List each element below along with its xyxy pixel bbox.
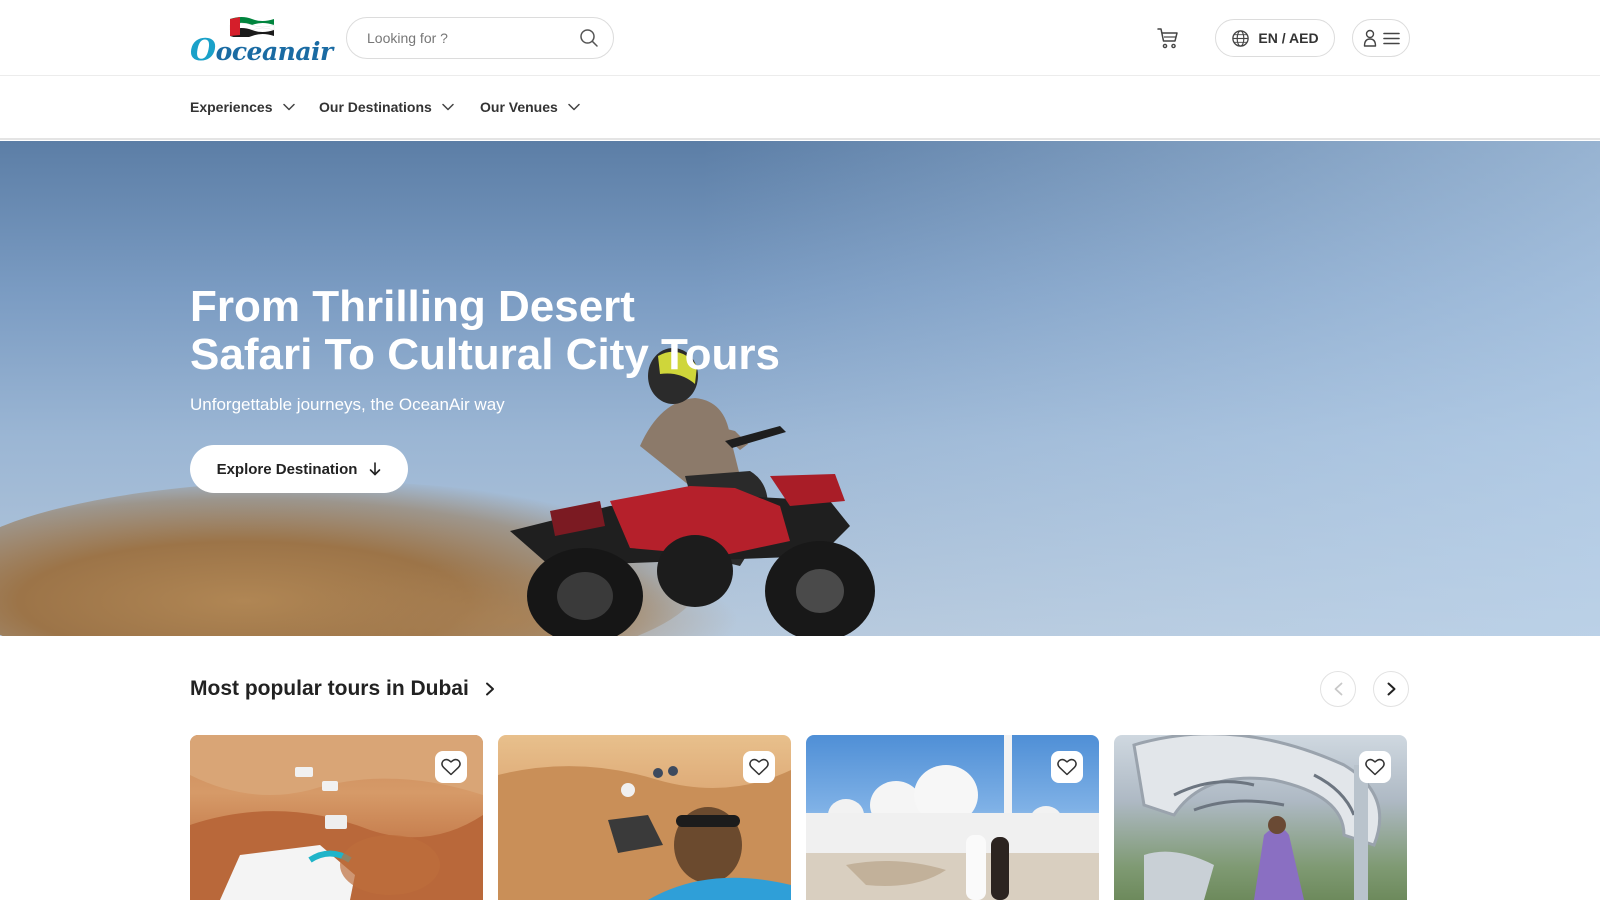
tour-card[interactable] [1114,735,1407,900]
chevron-down-icon [568,103,580,111]
chevron-right-icon [485,682,494,696]
carousel-prev-button[interactable] [1320,671,1356,707]
explore-destination-label: Explore Destination [216,460,358,478]
language-currency-button[interactable]: EN / AED [1215,19,1335,57]
carousel-next-button[interactable] [1373,671,1409,707]
lang-currency-label: EN / AED [1258,30,1319,46]
hero-subtitle: Unforgettable journeys, the OceanAir way [190,395,505,414]
search-icon[interactable] [579,28,599,48]
explore-destination-button[interactable]: Explore Destination [190,445,408,493]
popular-tours-heading[interactable]: Most popular tours in Dubai [190,677,495,701]
site-header: Ooceanair EN / AED [0,0,1600,76]
hero-banner: From Thrilling Desert Safari To Cultural… [0,141,1600,636]
arrow-down-icon [370,462,381,476]
hero-title-line: Safari To Cultural City Tours [190,330,780,379]
hero-title-line: From Thrilling Desert [190,282,635,331]
chevron-right-icon [1387,682,1395,696]
wishlist-button[interactable] [435,751,467,783]
heart-icon [1365,758,1385,776]
chevron-left-icon [1334,682,1342,696]
nav-item-label: Our Destinations [319,99,432,115]
chevron-down-icon [442,103,454,111]
heart-icon [441,758,461,776]
wishlist-button[interactable] [743,751,775,783]
tour-card[interactable] [806,735,1099,900]
tour-card[interactable] [498,735,791,900]
globe-icon [1232,29,1250,47]
section-title: Most popular tours in Dubai [190,677,469,700]
nav-item-our-destinations[interactable]: Our Destinations [319,99,454,115]
brand-wordmark: Ooceanair [190,33,333,68]
main-nav: Experiences Our Destinations Our Venues [0,77,1600,140]
nav-item-label: Experiences [190,99,273,115]
account-menu-button[interactable] [1352,19,1410,57]
wishlist-button[interactable] [1051,751,1083,783]
chevron-down-icon [282,103,295,111]
heart-icon [749,758,769,776]
cart-icon[interactable] [1156,26,1180,50]
oceanair-logo[interactable]: Ooceanair [190,15,333,68]
nav-item-experiences[interactable]: Experiences [190,99,295,115]
search-box[interactable] [346,17,614,59]
hero-title: From Thrilling Desert Safari To Cultural… [190,283,890,379]
nav-item-label: Our Venues [480,99,558,115]
nav-item-our-venues[interactable]: Our Venues [480,99,580,115]
search-input[interactable] [367,28,567,48]
tour-card[interactable] [190,735,483,900]
heart-icon [1057,758,1077,776]
wishlist-button[interactable] [1359,751,1391,783]
hamburger-menu-icon [1382,32,1400,44]
user-icon [1363,29,1376,47]
